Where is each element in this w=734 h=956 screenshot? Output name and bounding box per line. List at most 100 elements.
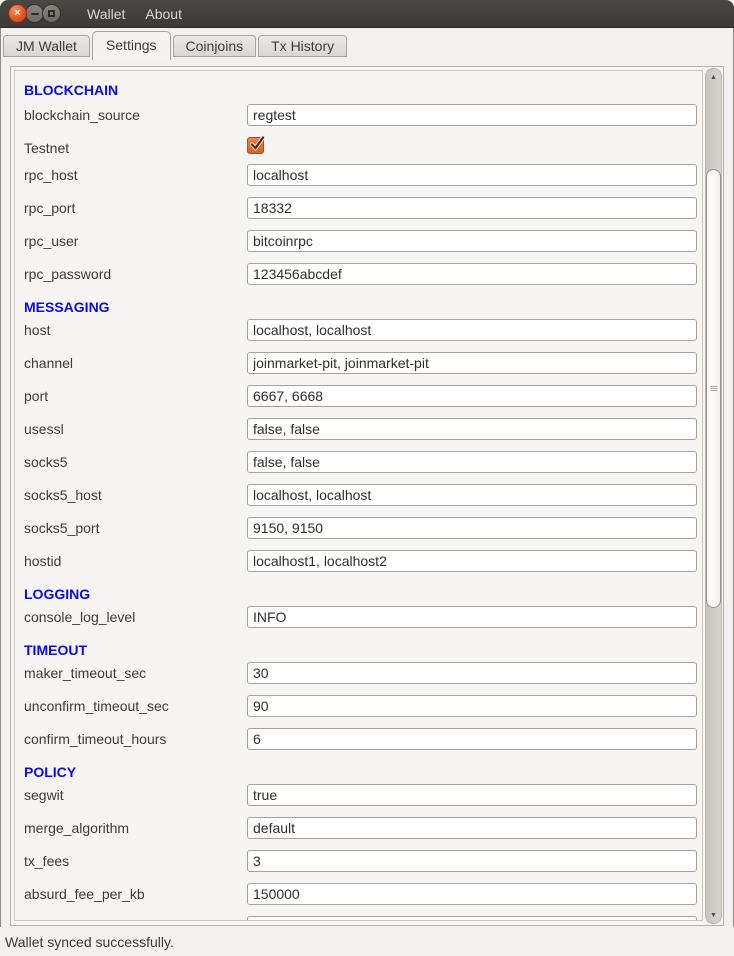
input-rpc-user[interactable] — [247, 230, 697, 252]
form-row-segwit: segwit — [15, 784, 702, 817]
form-row-maker-timeout-sec: maker_timeout_sec — [15, 662, 702, 695]
field-label: socks5 — [24, 451, 247, 473]
input-unconfirm-timeout-sec[interactable] — [247, 695, 697, 717]
form-row-rpc-port: rpc_port — [15, 197, 702, 230]
scroll-down-button[interactable]: ▼ — [706, 908, 721, 922]
input-rpc-host[interactable] — [247, 164, 697, 186]
form-row-confirm-timeout-hours: confirm_timeout_hours — [15, 728, 702, 761]
close-icon: × — [14, 8, 20, 19]
form-row-rpc-user: rpc_user — [15, 230, 702, 263]
input-socks5[interactable] — [247, 451, 697, 473]
field-label: port — [24, 385, 247, 407]
section-header-logging: LOGGING — [15, 583, 702, 606]
tab-settings[interactable]: Settings — [92, 31, 171, 60]
input-absurd-fee-per-kb[interactable] — [247, 883, 697, 905]
input-port[interactable] — [247, 385, 697, 407]
input-hostid[interactable] — [247, 550, 697, 572]
form-row-partial — [15, 916, 702, 921]
form-row-socks5-host: socks5_host — [15, 484, 702, 517]
section-header-policy: POLICY — [15, 761, 702, 784]
tab-jm-wallet[interactable]: JM Wallet — [3, 35, 90, 57]
close-button[interactable]: × — [8, 4, 27, 23]
testnet-checkbox[interactable] — [247, 137, 264, 154]
input-console-log-level[interactable] — [247, 606, 697, 628]
field-label: usessl — [24, 418, 247, 440]
settings-scrollbar[interactable]: ▲ ▼ — [705, 68, 722, 924]
field-label: absurd_fee_per_kb — [24, 883, 247, 905]
input-channel[interactable] — [247, 352, 697, 374]
window-controls: × — [8, 4, 59, 23]
tab-bar: JM WalletSettingsCoinjoinsTx History — [0, 28, 734, 60]
scrollbar-thumb[interactable] — [706, 169, 721, 608]
input-partial[interactable] — [247, 916, 697, 921]
input-segwit[interactable] — [247, 784, 697, 806]
maximize-button[interactable] — [42, 4, 61, 23]
form-row-unconfirm-timeout-sec: unconfirm_timeout_sec — [15, 695, 702, 728]
input-socks5-host[interactable] — [247, 484, 697, 506]
field-label: Testnet — [24, 137, 247, 159]
form-row-absurd-fee-per-kb: absurd_fee_per_kb — [15, 883, 702, 916]
form-row-usessl: usessl — [15, 418, 702, 451]
field-label: confirm_timeout_hours — [24, 728, 247, 750]
field-label: socks5_port — [24, 517, 247, 539]
menu-wallet[interactable]: Wallet — [77, 0, 135, 28]
field-label: hostid — [24, 550, 247, 572]
form-row-port: port — [15, 385, 702, 418]
tab-coinjoins[interactable]: Coinjoins — [173, 35, 257, 57]
menu-bar: Wallet About — [77, 0, 192, 28]
field-label: tx_fees — [24, 850, 247, 872]
checkmark-icon — [247, 134, 267, 154]
menu-about[interactable]: About — [135, 0, 192, 28]
form-row-console-log-level: console_log_level — [15, 606, 702, 639]
scroll-up-icon: ▲ — [710, 74, 717, 81]
field-label: console_log_level — [24, 606, 247, 628]
field-label: host — [24, 319, 247, 341]
field-label: channel — [24, 352, 247, 374]
wallet-window: × Wallet About JM WalletSettingsCoinjoin… — [0, 0, 734, 956]
scrollbar-grip-icon — [710, 386, 717, 387]
settings-scroll-area: BLOCKCHAINblockchain_source Testnet rpc_ho… — [10, 66, 724, 926]
settings-form-frame: BLOCKCHAINblockchain_source Testnet rpc_ho… — [14, 70, 703, 921]
status-bar: Wallet synced successfully. — [0, 927, 734, 956]
input-merge-algorithm[interactable] — [247, 817, 697, 839]
input-maker-timeout-sec[interactable] — [247, 662, 697, 684]
form-row-rpc-host: rpc_host — [15, 164, 702, 197]
section-header-timeout: TIMEOUT — [15, 639, 702, 662]
scroll-down-icon: ▼ — [710, 912, 717, 919]
field-label: rpc_port — [24, 197, 247, 219]
input-rpc-password[interactable] — [247, 263, 697, 285]
form-row-rpc-password: rpc_password — [15, 263, 702, 296]
form-row-socks5: socks5 — [15, 451, 702, 484]
field-label: rpc_password — [24, 263, 247, 285]
form-row-socks5-port: socks5_port — [15, 517, 702, 550]
input-confirm-timeout-hours[interactable] — [247, 728, 697, 750]
field-label: rpc_user — [24, 230, 247, 252]
field-label: rpc_host — [24, 164, 247, 186]
section-header-blockchain: BLOCKCHAIN — [15, 71, 702, 104]
field-label: socks5_host — [24, 484, 247, 506]
field-label: unconfirm_timeout_sec — [24, 695, 247, 717]
minimize-icon — [31, 13, 39, 15]
input-socks5-port[interactable] — [247, 517, 697, 539]
settings-form: BLOCKCHAINblockchain_source Testnet rpc_ho… — [15, 71, 702, 921]
input-host[interactable] — [247, 319, 697, 341]
form-row-merge-algorithm: merge_algorithm — [15, 817, 702, 850]
form-row-hostid: hostid — [15, 550, 702, 583]
field-label: segwit — [24, 784, 247, 806]
input-tx-fees[interactable] — [247, 850, 697, 872]
field-label: maker_timeout_sec — [24, 662, 247, 684]
input-rpc-port[interactable] — [247, 197, 697, 219]
status-message: Wallet synced successfully. — [5, 934, 174, 950]
form-row-tx-fees: tx_fees — [15, 850, 702, 883]
input-usessl[interactable] — [247, 418, 697, 440]
form-row-host: host — [15, 319, 702, 352]
title-bar: × Wallet About — [0, 0, 734, 28]
input-blockchain-source[interactable] — [247, 104, 697, 126]
tab-tx-history[interactable]: Tx History — [258, 35, 347, 57]
form-row-testnet: Testnet — [15, 137, 702, 164]
maximize-icon — [48, 10, 55, 17]
field-label: blockchain_source — [24, 104, 247, 126]
field-label: merge_algorithm — [24, 817, 247, 839]
form-row-blockchain-source: blockchain_source — [15, 104, 702, 137]
scroll-up-button[interactable]: ▲ — [706, 70, 721, 84]
